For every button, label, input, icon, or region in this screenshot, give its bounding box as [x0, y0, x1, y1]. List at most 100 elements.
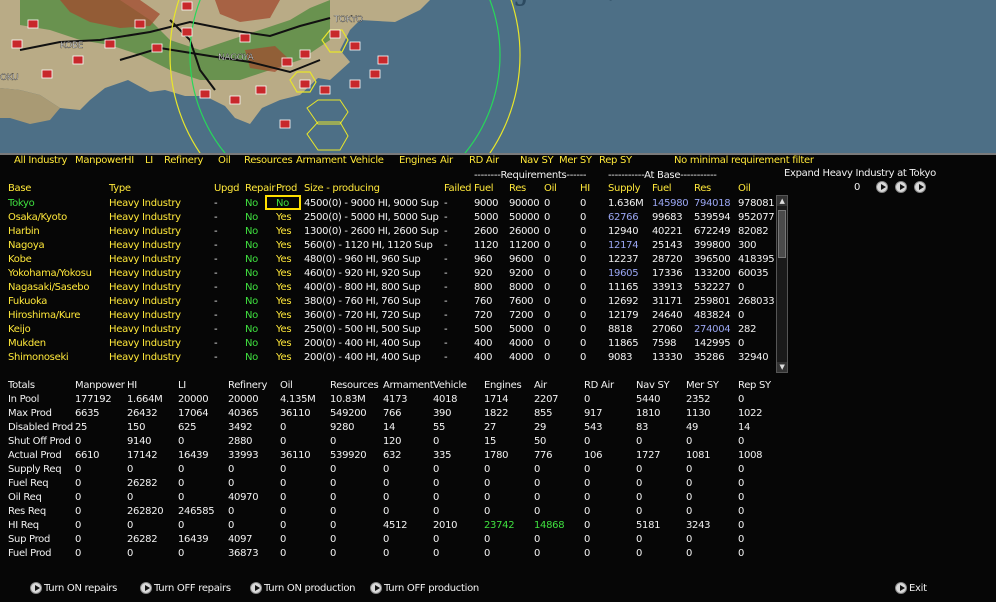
column-header-base[interactable]: Base	[8, 183, 31, 195]
cell-repair[interactable]: No	[245, 212, 258, 224]
cell-base[interactable]: Nagasaki/Sasebo	[8, 282, 89, 294]
cell-repair[interactable]: No	[245, 226, 258, 238]
cell-base[interactable]: Mukden	[8, 338, 46, 350]
table-row[interactable]: Yokohama/Yokosu Heavy Industry - No Yes 460(0…	[0, 267, 780, 281]
column-header-oil[interactable]: Oil	[544, 183, 557, 195]
totals-row-label: Actual Prod	[8, 450, 62, 461]
table-row[interactable]: Shimonoseki Heavy Industry - No Yes 200(0) - …	[0, 351, 780, 365]
filter-all-industry[interactable]: All Industry	[14, 155, 67, 167]
cell-afuel: 40221	[652, 226, 683, 237]
filter-resources[interactable]: Resources	[244, 155, 293, 167]
expand-max-button[interactable]	[914, 181, 926, 193]
cell-repair[interactable]: No	[245, 338, 258, 350]
cell-base[interactable]: Kobe	[8, 254, 32, 266]
cell-repair[interactable]: No	[245, 240, 258, 252]
map-canvas[interactable]: KOBE TOKYO NAGOYA OKU JAPAN	[0, 0, 996, 153]
filter-hi[interactable]: HI	[124, 155, 134, 167]
cell-type: Heavy Industry	[109, 198, 181, 209]
filter-mer-sy[interactable]: Mer SY	[559, 155, 592, 167]
filter-oil[interactable]: Oil	[218, 155, 231, 167]
cell-repair[interactable]: No	[245, 324, 258, 336]
table-scrollbar[interactable]: ▲ ▼	[776, 195, 788, 373]
map-view[interactable]: KOBE TOKYO NAGOYA OKU JAPAN	[0, 0, 996, 153]
totals-cell: 0	[484, 506, 491, 517]
cell-prod[interactable]: Yes	[276, 226, 292, 238]
table-row[interactable]: Nagoya Heavy Industry - No Yes 560(0) - 1120 …	[0, 239, 780, 253]
table-row[interactable]: Osaka/Kyoto Heavy Industry - No Yes 2500(0) -…	[0, 211, 780, 225]
filter-nav-sy[interactable]: Nav SY	[520, 155, 554, 167]
cell-base[interactable]: Shimonoseki	[8, 352, 69, 364]
column-header-fuel[interactable]: Fuel	[652, 183, 672, 195]
cell-prod[interactable]: Yes	[276, 324, 292, 336]
totals-cell: 0	[738, 394, 745, 405]
cell-prod[interactable]: Yes	[276, 310, 292, 322]
expand-decrease-button[interactable]	[876, 181, 888, 193]
filter-refinery[interactable]: Refinery	[164, 155, 203, 167]
cell-prod[interactable]: Yes	[276, 296, 292, 308]
cell-repair[interactable]: No	[245, 352, 258, 364]
expand-increase-button[interactable]	[895, 181, 907, 193]
table-row[interactable]: Tokyo Heavy Industry - No No 4500(0) - 9000 H…	[0, 197, 780, 211]
column-header-oil[interactable]: Oil	[738, 183, 751, 195]
column-header-fuel[interactable]: Fuel	[474, 183, 494, 195]
column-header-supply[interactable]: Supply	[608, 183, 641, 195]
column-header-upgd[interactable]: Upgd	[214, 183, 239, 195]
filter-engines[interactable]: Engines	[399, 155, 437, 167]
column-header-failed[interactable]: Failed	[444, 183, 472, 195]
filter-rd-air[interactable]: RD Air	[469, 155, 499, 167]
filter-vehicle[interactable]: Vehicle	[350, 155, 384, 167]
column-header-repair[interactable]: Repair	[245, 183, 276, 195]
totals-cell: 0	[636, 534, 643, 545]
filter-manpower[interactable]: Manpower	[75, 155, 125, 167]
column-header-prod[interactable]: Prod	[276, 183, 297, 195]
filter-air[interactable]: Air	[440, 155, 453, 167]
cell-prod[interactable]: Yes	[276, 282, 292, 294]
table-row[interactable]: Hiroshima/Kure Heavy Industry - No Yes 360(0)…	[0, 309, 780, 323]
cell-prod[interactable]: Yes	[276, 212, 292, 224]
totals-cell: 766	[383, 408, 402, 419]
cell-base[interactable]: Fukuoka	[8, 296, 47, 308]
cell-base[interactable]: Tokyo	[8, 198, 35, 210]
scroll-down-button[interactable]: ▼	[777, 362, 787, 372]
table-row[interactable]: Keijo Heavy Industry - No Yes 250(0) - 500 HI…	[0, 323, 780, 337]
cell-repair[interactable]: No	[245, 254, 258, 266]
column-header-hi[interactable]: HI	[580, 183, 590, 195]
cell-prod[interactable]: Yes	[276, 254, 292, 266]
totals-cell: 0	[738, 548, 745, 559]
column-header-res[interactable]: Res	[694, 183, 711, 195]
totals-cell: 4512	[383, 520, 408, 531]
cell-rfuel: 920	[474, 268, 493, 279]
filter-li[interactable]: LI	[145, 155, 153, 167]
table-row[interactable]: Fukuoka Heavy Industry - No Yes 380(0) - 760 …	[0, 295, 780, 309]
cell-base[interactable]: Yokohama/Yokosu	[8, 268, 92, 280]
scroll-thumb[interactable]	[778, 210, 786, 258]
filter-no-minimal-requirement-filter[interactable]: No minimal requirement filter	[674, 155, 814, 167]
column-header-size-producing[interactable]: Size - producing	[304, 183, 380, 195]
cell-upgd: -	[214, 226, 218, 237]
cell-prod[interactable]: Yes	[276, 240, 292, 252]
table-row[interactable]: Kobe Heavy Industry - No Yes 480(0) - 960 HI,…	[0, 253, 780, 267]
cell-base[interactable]: Keijo	[8, 324, 31, 336]
cell-repair[interactable]: No	[245, 310, 258, 322]
cell-prod[interactable]: Yes	[276, 338, 292, 350]
column-header-res[interactable]: Res	[509, 183, 526, 195]
table-row[interactable]: Nagasaki/Sasebo Heavy Industry - No Yes 400(0…	[0, 281, 780, 295]
cell-rres: 5000	[509, 324, 534, 335]
cell-base[interactable]: Hiroshima/Kure	[8, 310, 80, 322]
cell-prod[interactable]: Yes	[276, 352, 292, 364]
filter-armament[interactable]: Armament	[296, 155, 347, 167]
cell-base[interactable]: Osaka/Kyoto	[8, 212, 67, 224]
cell-repair[interactable]: No	[245, 268, 258, 280]
filter-rep-sy[interactable]: Rep SY	[599, 155, 632, 167]
table-row[interactable]: Mukden Heavy Industry - No Yes 200(0) - 400 H…	[0, 337, 780, 351]
scroll-up-button[interactable]: ▲	[777, 196, 787, 206]
cell-repair[interactable]: No	[245, 198, 258, 210]
table-row[interactable]: Harbin Heavy Industry - No Yes 1300(0) - 2600…	[0, 225, 780, 239]
totals-cell: 0	[75, 436, 82, 447]
cell-base[interactable]: Harbin	[8, 226, 40, 238]
cell-repair[interactable]: No	[245, 282, 258, 294]
cell-prod[interactable]: Yes	[276, 268, 292, 280]
cell-repair[interactable]: No	[245, 296, 258, 308]
column-header-type[interactable]: Type	[109, 183, 131, 195]
cell-base[interactable]: Nagoya	[8, 240, 45, 252]
